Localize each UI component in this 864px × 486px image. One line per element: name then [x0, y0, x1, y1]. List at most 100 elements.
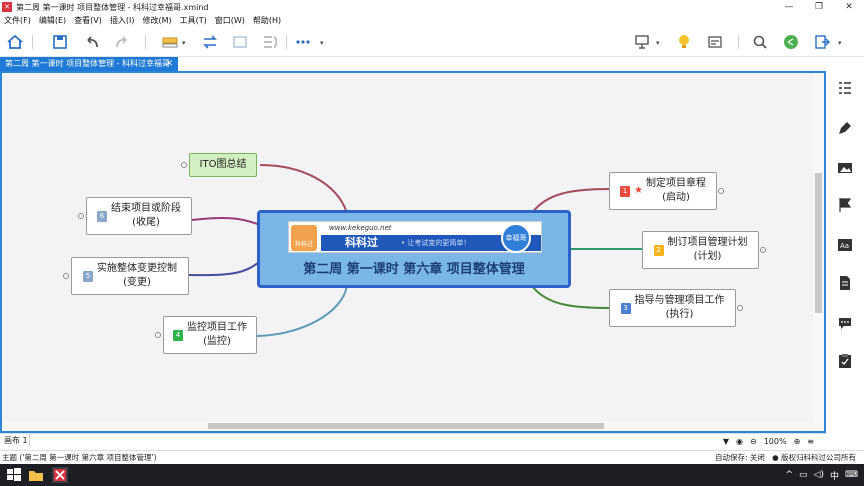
- collapse-toggle[interactable]: [181, 162, 187, 168]
- font-style-icon[interactable]: Aa: [836, 236, 854, 254]
- marker-flag-icon[interactable]: [836, 196, 854, 214]
- topic-label: 监控项目工作: [187, 322, 247, 333]
- horizontal-scrollbar[interactable]: [2, 421, 813, 431]
- chevron-down-icon[interactable]: ▾: [838, 39, 842, 47]
- zoom-level: 100%: [763, 436, 787, 446]
- status-topic: 主题 ('第二周 第一课时 第六章 项目整体管理'): [2, 453, 157, 462]
- menu-modify[interactable]: 修改(M): [142, 15, 171, 26]
- copyright-text: ● 版权归科科过公司所有: [772, 453, 856, 462]
- topic-change-control[interactable]: 5 实施整体变更控制 (变更): [71, 257, 189, 295]
- boundary-icon[interactable]: [230, 32, 250, 52]
- menu-view[interactable]: 查看(V): [74, 15, 102, 26]
- windows-start-icon[interactable]: [6, 467, 22, 483]
- chevron-down-icon[interactable]: ▾: [320, 39, 324, 47]
- notes-icon[interactable]: [836, 274, 854, 292]
- menu-edit[interactable]: 编辑(E): [39, 15, 66, 26]
- menu-window[interactable]: 窗口(W): [215, 15, 245, 26]
- sheet-tab-label: 画布 1: [4, 436, 28, 445]
- undo-icon[interactable]: [82, 32, 102, 52]
- collapse-toggle[interactable]: [78, 213, 84, 219]
- menu-bar: 文件(F) 编辑(E) 查看(V) 插入(I) 修改(M) 工具(T) 窗口(W…: [0, 14, 864, 27]
- priority-4-icon: 4: [173, 329, 183, 341]
- idea-bulb-icon[interactable]: [674, 32, 694, 52]
- close-button[interactable]: ✕: [834, 2, 864, 12]
- topic-monitor[interactable]: 4 监控项目工作 (监控): [163, 316, 257, 354]
- topic-style-icon[interactable]: [160, 32, 180, 52]
- topic-project-charter[interactable]: 1 ★ 制定项目章程 (启动): [609, 172, 717, 210]
- comment-icon[interactable]: [836, 314, 854, 332]
- topic-sublabel: (收尾): [132, 217, 160, 228]
- format-brush-icon[interactable]: [836, 119, 854, 137]
- menu-file[interactable]: 文件(F): [4, 15, 31, 26]
- collapse-toggle[interactable]: [737, 305, 743, 311]
- more-icon[interactable]: [293, 32, 313, 52]
- presentation-icon[interactable]: [632, 32, 652, 52]
- priority-1-icon: 1: [620, 185, 631, 197]
- priority-2-icon: 2: [653, 244, 664, 256]
- keyboard-icon[interactable]: ⌨: [845, 470, 858, 480]
- menu-help[interactable]: 帮助(H): [253, 15, 281, 26]
- xmind-taskbar-icon[interactable]: [52, 467, 68, 483]
- ime-indicator[interactable]: 中: [830, 469, 839, 482]
- tray-expand-icon[interactable]: ^: [785, 470, 793, 480]
- summary-icon[interactable]: [260, 32, 280, 52]
- home-icon[interactable]: [5, 32, 25, 52]
- menu-tools[interactable]: 工具(T): [180, 15, 207, 26]
- save-icon[interactable]: [50, 32, 70, 52]
- banner-slogan: • 让考试变的更简单！: [401, 239, 471, 247]
- vertical-scrollbar[interactable]: [813, 73, 824, 431]
- topic-sublabel: (变更): [123, 277, 151, 288]
- priority-3-icon: 3: [620, 302, 631, 314]
- sheet-tab[interactable]: 画布 1: [0, 434, 30, 446]
- topic-management-plan[interactable]: 2 制订项目管理计划 (计划): [642, 231, 759, 269]
- priority-5-icon: 5: [83, 270, 93, 282]
- chevron-down-icon[interactable]: ▾: [182, 39, 186, 47]
- share-icon[interactable]: [781, 32, 801, 52]
- central-topic[interactable]: 科科过 www.kekeguo.net 科科过 • 让考试变的更简单！ 幸福哥 …: [257, 210, 571, 288]
- task-clipboard-icon[interactable]: [836, 352, 854, 370]
- image-icon[interactable]: [836, 159, 854, 177]
- banner-brand: 科科过: [345, 236, 378, 249]
- tab-close-icon[interactable]: ✕: [165, 57, 173, 71]
- scroll-thumb[interactable]: [815, 173, 822, 313]
- topic-sublabel: (计划): [693, 251, 722, 262]
- topic-close-project[interactable]: 6 结束项目或阶段 (收尾): [86, 197, 192, 235]
- topic-label: 制定项目章程: [645, 178, 706, 189]
- zoom-in-icon[interactable]: ⊕: [794, 437, 801, 446]
- topic-direct-manage[interactable]: 3 指导与管理项目工作 (执行): [609, 289, 736, 327]
- outline-icon[interactable]: [836, 79, 854, 97]
- autosave-status[interactable]: 自动保存: 关闭: [715, 453, 765, 462]
- eye-icon[interactable]: ◉: [736, 437, 743, 446]
- network-icon[interactable]: ▭: [799, 470, 808, 480]
- relationship-icon[interactable]: [200, 32, 220, 52]
- zoom-menu-icon[interactable]: ≡: [807, 437, 814, 446]
- export-icon[interactable]: [812, 32, 832, 52]
- maximize-button[interactable]: ❐: [804, 2, 834, 12]
- file-explorer-icon[interactable]: [28, 467, 44, 483]
- filter-icon[interactable]: ▼: [723, 437, 729, 446]
- zoom-out-icon[interactable]: ⊖: [750, 437, 757, 446]
- svg-text:Aa: Aa: [840, 242, 849, 250]
- topic-label: 指导与管理项目工作: [634, 295, 725, 306]
- windows-taskbar: ^ ▭ ◁) 中 ⌨: [0, 464, 864, 486]
- mindmap-canvas[interactable]: 科科过 www.kekeguo.net 科科过 • 让考试变的更简单！ 幸福哥 …: [0, 71, 826, 433]
- redo-icon[interactable]: [112, 32, 132, 52]
- topic-ito-summary[interactable]: ITO图总结: [189, 153, 257, 177]
- kekeguo-logo-icon: 科科过: [291, 225, 317, 251]
- scroll-thumb[interactable]: [208, 423, 604, 429]
- chevron-down-icon[interactable]: ▾: [656, 39, 660, 47]
- central-banner: 科科过 www.kekeguo.net 科科过 • 让考试变的更简单！ 幸福哥: [288, 221, 542, 253]
- search-icon[interactable]: [750, 32, 770, 52]
- tab-document[interactable]: 第二周 第一课时 项目整体管理 - 科科过幸福哥 ✕: [0, 57, 178, 71]
- outline-view-icon[interactable]: [705, 32, 725, 52]
- collapse-toggle[interactable]: [63, 273, 69, 279]
- collapse-toggle[interactable]: [718, 188, 724, 194]
- topic-label: 结束项目或阶段: [111, 203, 181, 214]
- banner-url: www.kekeguo.net: [329, 224, 392, 232]
- topic-sublabel: (启动): [662, 192, 690, 203]
- collapse-toggle[interactable]: [760, 247, 766, 253]
- collapse-toggle[interactable]: [155, 332, 161, 338]
- menu-insert[interactable]: 插入(I): [110, 15, 135, 26]
- volume-icon[interactable]: ◁): [814, 470, 824, 480]
- minimize-button[interactable]: —: [774, 2, 804, 12]
